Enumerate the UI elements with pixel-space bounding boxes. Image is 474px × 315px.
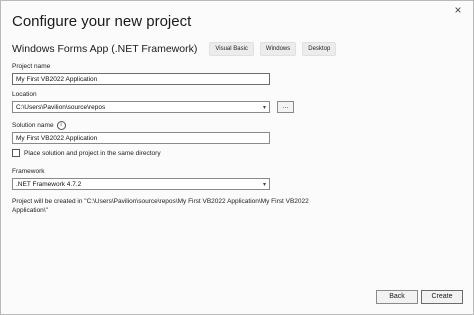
info-icon[interactable]: i [56, 121, 66, 130]
solution-name-label-row: Solution name i [12, 121, 66, 130]
chevron-down-icon[interactable]: ▾ [263, 179, 266, 191]
framework-value: .NET Framework 4.7.2 [16, 181, 82, 188]
configure-project-dialog: Configure your new project × Windows For… [0, 0, 474, 315]
close-icon[interactable]: × [451, 3, 465, 17]
dialog-title: Configure your new project [12, 13, 192, 30]
create-button[interactable]: Create [421, 290, 463, 304]
same-directory-option[interactable]: Place solution and project in the same d… [12, 149, 161, 157]
solution-name-label: Solution name [12, 122, 54, 130]
back-button[interactable]: Back [376, 290, 418, 304]
framework-label: Framework [12, 168, 45, 175]
location-label: Location [12, 91, 37, 98]
tag-desktop: Desktop [302, 42, 337, 56]
template-row: Windows Forms App (.NET Framework) Visua… [12, 42, 337, 56]
project-name-label: Project name [12, 63, 51, 70]
project-name-input[interactable]: My First VB2022 Application [12, 73, 270, 85]
project-location-summary: Project will be created in "C:\Users\Pav… [12, 198, 309, 214]
tag-windows: Windows [259, 42, 297, 56]
chevron-down-icon[interactable]: ▾ [263, 102, 266, 114]
browse-button[interactable]: ... [277, 101, 294, 113]
framework-combobox[interactable]: .NET Framework 4.7.2 ▾ [12, 178, 270, 190]
location-value: C:\Users\Pavilion\source\repos [16, 104, 106, 111]
same-directory-checkbox[interactable] [12, 149, 20, 157]
location-combobox[interactable]: C:\Users\Pavilion\source\repos ▾ [12, 101, 270, 113]
tag-visual-basic: Visual Basic [209, 42, 254, 56]
solution-name-input[interactable]: My First VB2022 Application [12, 132, 270, 144]
template-name: Windows Forms App (.NET Framework) [12, 43, 198, 55]
same-directory-label: Place solution and project in the same d… [24, 149, 161, 157]
